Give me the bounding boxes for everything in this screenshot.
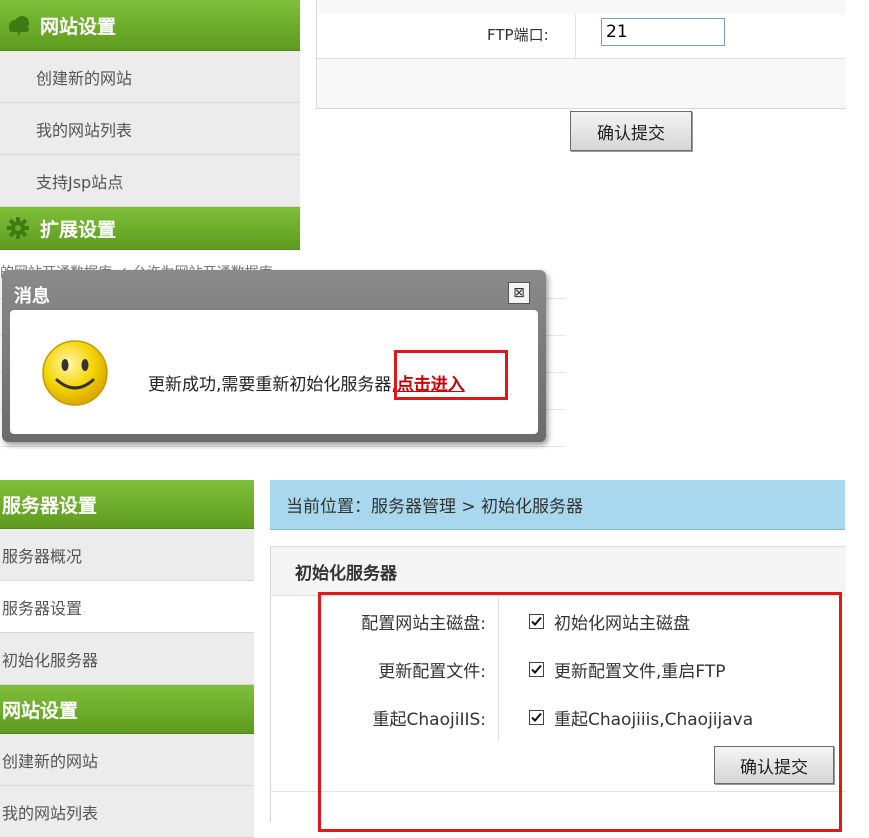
sidebar-panel-3: 服务器设置 服务器概况 服务器设置 初始化服务器 网站设置 创建新的网站 我的网… (0, 480, 254, 838)
row-label: 重起ChaojiIIS: (271, 693, 499, 741)
sidebar-item-my-websites[interactable]: 我的网站列表 (0, 786, 254, 838)
update-config-checkbox[interactable] (529, 661, 544, 677)
message-text: 更新成功,需要重新初始化服务器, (148, 375, 397, 395)
checkbox-label: 初始化网站主磁盘 (554, 613, 690, 634)
sidebar-panel-1: 网站设置 创建新的网站 我的网站列表 支持Jsp站点 扩展设置 (0, 0, 300, 250)
sidebar-item-create-website[interactable]: 创建新的网站 (0, 51, 300, 103)
init-row-config: 更新配置文件: 更新配置文件,重启FTP (271, 645, 846, 694)
sidebar-header-extension-settings[interactable]: 扩展设置 (0, 207, 300, 250)
row-label: 配置网站主磁盘: (271, 597, 499, 645)
sidebar-item-init-server[interactable]: 初始化服务器 (0, 633, 254, 685)
ftp-port-label: FTP端口: (487, 26, 549, 44)
sidebar-item-server-settings[interactable]: 服务器设置 (0, 581, 254, 633)
close-icon[interactable]: ⊠ (508, 282, 530, 304)
row-label: 更新配置文件: (271, 645, 499, 693)
panel-title: 初始化服务器 (271, 546, 846, 596)
init-disk-checkbox[interactable] (529, 613, 544, 629)
cloud-icon (6, 15, 32, 35)
init-row-disk: 配置网站主磁盘: 初始化网站主磁盘 (271, 597, 846, 646)
sidebar-item-label: 初始化服务器 (2, 650, 99, 670)
sidebar-header-label: 扩展设置 (40, 218, 117, 241)
breadcrumb: 当前位置：服务器管理 > 初始化服务器 (270, 480, 845, 530)
gear-icon (6, 216, 30, 240)
sidebar-item-create-website[interactable]: 创建新的网站 (0, 734, 254, 786)
row-value: 更新配置文件,重启FTP (529, 645, 726, 693)
confirm-submit-button[interactable]: 确认提交 (714, 746, 834, 784)
row-value: 重起Chaojiiis,Chaojijava (529, 693, 753, 741)
confirm-submit-button[interactable]: 确认提交 (570, 111, 692, 151)
sidebar-item-server-overview[interactable]: 服务器概况 (0, 529, 254, 581)
checkbox-label: 重起Chaojiiis,Chaojijava (554, 709, 754, 730)
restart-iis-checkbox[interactable] (529, 709, 544, 725)
init-row-restart: 重起ChaojiIIS: 重起Chaojiiis,Chaojijava (271, 693, 846, 742)
sidebar-item-my-websites[interactable]: 我的网站列表 (0, 103, 300, 155)
smiley-icon (40, 338, 110, 412)
row-value: 初始化网站主磁盘 (529, 597, 690, 645)
sidebar-item-label: 服务器概况 (2, 546, 83, 566)
ftp-form: FTP端口: (316, 0, 846, 109)
sidebar-item-jsp-sites[interactable]: 支持Jsp站点 (0, 155, 300, 207)
message-dialog-area: 的网站开通数据库 ✓ 允许为网站开通数据库 消息 ⊠ 更新成功,需要重新初始化服… (0, 262, 566, 452)
checkbox-label: 更新配置文件,重启FTP (554, 661, 726, 682)
sidebar-header-label: 网站设置 (40, 15, 117, 38)
link-highlight-box (394, 350, 508, 400)
form-row-ftp-port (317, 14, 846, 59)
sidebar-header-label: 网站设置 (2, 699, 79, 722)
sidebar-item-label: 服务器设置 (2, 598, 83, 618)
sidebar-header-label: 服务器设置 (2, 494, 98, 517)
sidebar-item-label: 创建新的网站 (2, 751, 99, 771)
sidebar-item-label: 创建新的网站 (36, 68, 133, 88)
sidebar-item-label: 我的网站列表 (2, 803, 99, 823)
sidebar-item-label: 我的网站列表 (36, 120, 133, 140)
sidebar-item-label: 支持Jsp站点 (36, 172, 124, 192)
ftp-port-input[interactable] (601, 18, 725, 46)
sidebar-header-website-settings[interactable]: 网站设置 (0, 685, 254, 734)
sidebar-header-website-settings[interactable]: 网站设置 (0, 0, 300, 51)
sidebar-header-server-settings[interactable]: 服务器设置 (0, 480, 254, 529)
dialog-title: 消息 (14, 286, 50, 307)
